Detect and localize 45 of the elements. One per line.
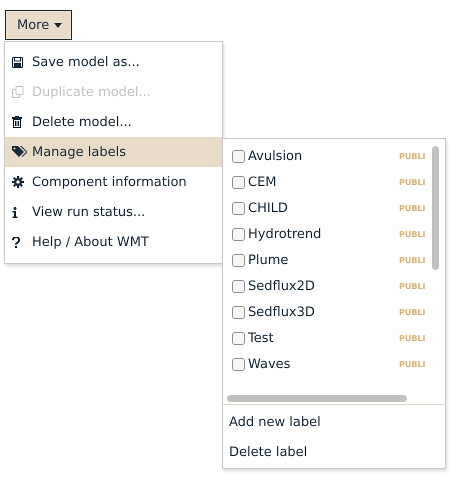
visibility-tag: PUBLI [399, 152, 425, 160]
label-name: Test [248, 330, 275, 346]
checkbox[interactable] [232, 306, 245, 318]
label-name: Waves [248, 356, 292, 372]
visibility-tag: PUBLI [399, 256, 425, 264]
visibility-tag: PUBLI [399, 308, 425, 316]
caret-icon [54, 22, 62, 28]
checkbox[interactable] [232, 228, 245, 240]
checkbox[interactable] [232, 176, 245, 188]
visibility-tag: PUBLI [399, 204, 425, 212]
checkbox[interactable] [232, 150, 245, 162]
menu-item[interactable]: Save model as... [5, 47, 222, 77]
visibility-tag: PUBLI [399, 178, 425, 186]
checkbox[interactable] [232, 202, 245, 214]
visibility-tag: PUBLI [399, 334, 425, 342]
label-name: CHILD [248, 200, 289, 216]
menu-item[interactable]: Component information [5, 167, 222, 197]
menu-item[interactable]: Delete model... [5, 107, 222, 137]
checkbox[interactable] [232, 254, 245, 266]
checkbox[interactable] [232, 332, 245, 344]
more-button[interactable]: More [5, 10, 72, 40]
label-name: Avulsion [248, 148, 304, 164]
menu-item[interactable]: Delete label [229, 444, 308, 460]
question-icon [12, 236, 20, 248]
visibility-tag: PUBLI [399, 360, 425, 368]
visibility-tag: PUBLI [399, 230, 425, 238]
menu-item[interactable]: View run status... [5, 197, 222, 227]
menu-item[interactable]: Help / About WMT [5, 227, 222, 257]
checkbox[interactable] [232, 280, 245, 292]
label-name: Plume [248, 252, 290, 268]
tags-icon [12, 146, 27, 158]
label-name: Sedflux3D [248, 304, 316, 320]
vertical-scrollbar[interactable] [432, 146, 438, 270]
horizontal-scrollbar[interactable] [227, 394, 407, 402]
menu-item[interactable]: Manage labels [5, 137, 222, 167]
label-name: Sedflux2D [248, 278, 316, 294]
gear-icon [12, 176, 24, 188]
info-icon [12, 206, 18, 218]
label-name: CEM [248, 174, 278, 190]
trash-icon [12, 116, 22, 128]
label-name: Hydrotrend [248, 226, 322, 242]
copy-icon [12, 86, 24, 98]
menu-item[interactable]: Add new label [229, 414, 321, 430]
checkbox[interactable] [232, 358, 245, 370]
visibility-tag: PUBLI [399, 282, 425, 290]
